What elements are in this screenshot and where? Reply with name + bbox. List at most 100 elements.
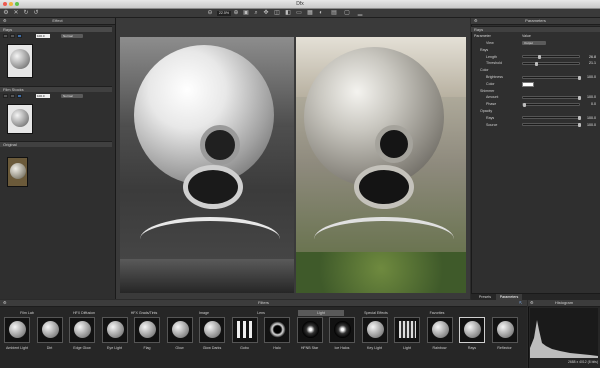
param-slider[interactable] <box>522 61 580 66</box>
filter-category-image[interactable]: Image <box>181 310 227 316</box>
rays-amount-field[interactable]: 100.0 <box>36 34 50 38</box>
param-value[interactable]: 100.0 <box>582 94 596 100</box>
filter-category-hfx-diffusion[interactable]: HFX Diffusion <box>61 310 107 316</box>
filter-thumb-hfnb-star[interactable] <box>296 317 323 343</box>
close-icon[interactable]: ✕ <box>13 10 19 16</box>
param-row-opacity: Opacity <box>474 108 598 114</box>
rays-thumbnail[interactable] <box>7 44 33 78</box>
param-slider[interactable] <box>522 123 581 128</box>
film-stocks-thumbnail[interactable] <box>7 104 33 134</box>
filter-category-hfx-grads-tints[interactable]: HFX Grads/Tints <box>121 310 167 316</box>
original-image[interactable] <box>296 37 466 293</box>
expand-icon[interactable]: ⇱ <box>519 300 522 306</box>
zoom-out-icon[interactable]: ⊖ <box>207 10 213 16</box>
filter-thumb-flag[interactable] <box>134 317 160 343</box>
filter-thumb-rays[interactable] <box>459 317 485 343</box>
filter-thumb-glow[interactable] <box>166 317 193 343</box>
filter-category-light[interactable]: Light <box>298 310 344 316</box>
slider-knob[interactable] <box>578 116 581 121</box>
redo-icon[interactable]: ↻ <box>23 10 29 16</box>
filter-thumb-ambient-light[interactable] <box>4 317 30 343</box>
filter-thumb-glow-darks[interactable] <box>199 317 225 343</box>
full-view-icon[interactable]: ▭ <box>296 10 302 16</box>
original-section-header[interactable]: Original <box>0 141 112 147</box>
fit-view-icon[interactable]: ▣ <box>243 10 249 16</box>
param-slider[interactable] <box>522 102 580 107</box>
param-row-source: Source 100.0 <box>474 122 598 128</box>
param-slider[interactable] <box>522 75 581 80</box>
param-value[interactable]: 100.0 <box>582 115 596 121</box>
filter-label: Halo <box>273 346 281 350</box>
film-stocks-section-title: Film Stocks <box>3 87 24 92</box>
mask-toggle[interactable] <box>10 34 15 38</box>
filter-label: Ice Halos <box>334 346 350 350</box>
monitor-icon[interactable]: ▢ <box>344 10 350 16</box>
filter-category-lens[interactable]: Lens <box>238 310 284 316</box>
param-value[interactable]: 100.0 <box>582 122 596 128</box>
histogram-icon[interactable]: ▁ <box>357 10 363 16</box>
visibility-toggle[interactable] <box>3 94 8 98</box>
param-label: Amount <box>486 95 499 100</box>
filter-thumb-eye-light[interactable] <box>101 317 128 343</box>
film-stocks-section-header[interactable]: Film Stocks <box>0 86 112 92</box>
processed-image[interactable] <box>120 37 294 293</box>
slider-knob[interactable] <box>578 75 581 80</box>
zoom-in-icon[interactable]: ⊕ <box>233 10 239 16</box>
original-thumbnail[interactable] <box>7 157 28 187</box>
filter-label: Eye Light <box>107 346 122 350</box>
rays-blend-mode[interactable]: Normal <box>61 34 83 38</box>
slider-knob[interactable] <box>578 123 581 128</box>
compare-icon[interactable]: ◧ <box>285 10 291 16</box>
magnifier-icon[interactable]: ⌕ <box>253 10 259 16</box>
filter-thumb-rainbow[interactable] <box>426 317 453 343</box>
blend-toggle[interactable] <box>17 94 22 98</box>
film-stocks-amount-field[interactable]: 100.0 <box>36 94 50 98</box>
param-row-shimmer: Shimmer <box>474 88 598 94</box>
mask-toggle[interactable] <box>10 94 15 98</box>
mask-icon[interactable]: ◐ <box>318 10 324 16</box>
rays-section-header[interactable]: Rays <box>0 26 112 32</box>
param-label: Rays <box>480 47 489 52</box>
filter-thumb-ice-halos[interactable] <box>329 317 355 343</box>
undo-icon[interactable]: ↺ <box>33 10 39 16</box>
filter-thumb-dirt[interactable] <box>36 317 63 343</box>
param-label: Rays <box>486 115 495 120</box>
param-slider[interactable] <box>522 55 580 60</box>
split-view-icon[interactable]: ◫ <box>274 10 280 16</box>
grid-icon[interactable]: ▦ <box>307 10 313 16</box>
filter-category-film-lab[interactable]: Film Lab <box>4 310 50 316</box>
slider-knob[interactable] <box>534 61 538 66</box>
color-swatch[interactable] <box>522 82 534 88</box>
filter-label: Edge Glow <box>73 346 91 350</box>
filter-thumb-key-light[interactable] <box>361 317 388 343</box>
view-dropdown[interactable]: Output <box>522 41 546 45</box>
filter-thumb-edge-glow[interactable] <box>69 317 95 343</box>
film-icon[interactable]: ▤ <box>331 10 337 16</box>
gear-icon[interactable]: ⚙ <box>3 10 9 16</box>
filter-category-special-effects[interactable]: Special Effects <box>353 310 399 316</box>
film-stocks-blend-mode[interactable]: Normal <box>61 94 83 98</box>
effect-panel-title: Effect <box>52 18 63 23</box>
visibility-toggle[interactable] <box>3 34 8 38</box>
filter-thumb-halo[interactable] <box>264 317 290 343</box>
filter-thumb-reflector[interactable] <box>491 317 518 343</box>
param-slider[interactable] <box>522 95 581 100</box>
zoom-level[interactable]: 22.5% <box>217 11 231 16</box>
param-value[interactable]: 26.8 <box>582 54 596 60</box>
filter-thumb-light[interactable] <box>394 317 420 343</box>
param-slider[interactable] <box>522 116 581 121</box>
param-row-view: View Output <box>474 40 598 46</box>
slider-knob[interactable] <box>537 55 541 60</box>
param-value[interactable]: 21.1 <box>582 60 596 66</box>
param-label: Opacity <box>480 109 493 113</box>
filter-thumb-gobo[interactable] <box>231 317 258 343</box>
filter-category-favorites[interactable]: Favorites <box>414 310 460 316</box>
param-value[interactable]: 0.0 <box>582 101 596 107</box>
param-value[interactable]: 100.0 <box>582 74 596 80</box>
hatch <box>354 165 414 209</box>
slider-knob[interactable] <box>578 95 581 100</box>
filter-label: Dirt <box>46 346 53 350</box>
slider-knob[interactable] <box>523 102 526 107</box>
pan-icon[interactable]: ✥ <box>263 10 269 16</box>
blend-toggle[interactable] <box>17 34 22 38</box>
